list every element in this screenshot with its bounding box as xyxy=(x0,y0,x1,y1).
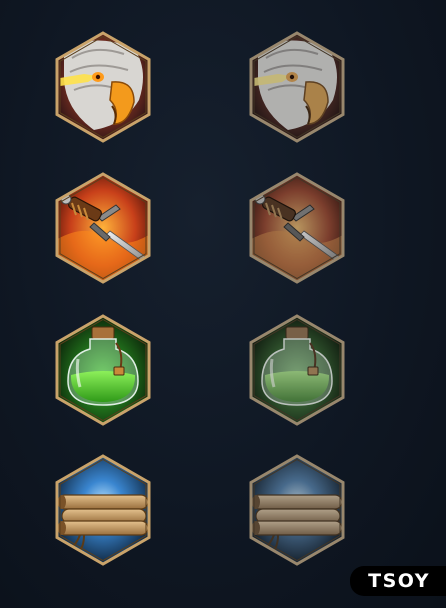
eagle-icon[interactable] xyxy=(54,30,152,144)
icon-grid xyxy=(0,0,446,608)
potion-icon[interactable] xyxy=(248,313,346,427)
dagger-icon[interactable] xyxy=(248,171,346,285)
eagle-icon[interactable] xyxy=(248,30,346,144)
scroll-icon[interactable] xyxy=(54,453,152,567)
dagger-icon[interactable] xyxy=(54,171,152,285)
potion-icon[interactable] xyxy=(54,313,152,427)
scroll-icon[interactable] xyxy=(248,453,346,567)
brand-watermark: TSOY xyxy=(350,566,446,596)
